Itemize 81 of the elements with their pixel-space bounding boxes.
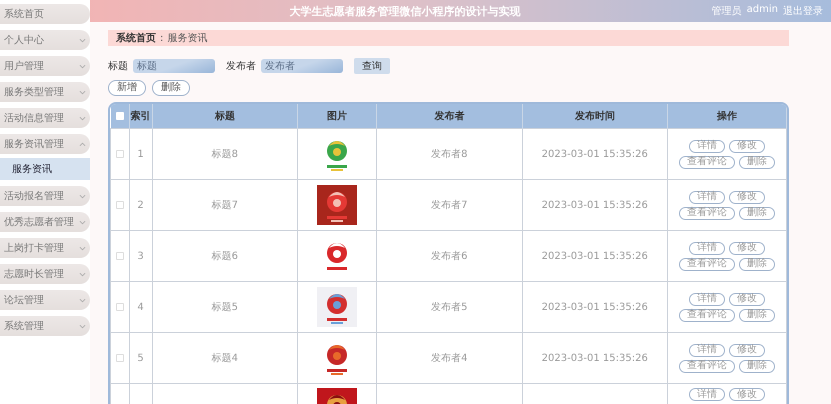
row-action-button[interactable]: 详情 — [689, 344, 725, 356]
row-action-button[interactable]: 查看评论 — [679, 360, 735, 372]
select-all-checkbox[interactable] — [116, 112, 124, 120]
row-action-button[interactable]: 详情 — [689, 190, 725, 204]
row-action-button[interactable]: 删除 — [739, 206, 775, 220]
column-header: 发布者 — [376, 104, 522, 128]
logout-link[interactable]: 退出登录 — [783, 4, 823, 18]
row-index: 2 — [137, 200, 144, 210]
row-action-button[interactable]: 详情 — [689, 292, 725, 306]
sidebar-item[interactable]: 上岗打卡管理 — [0, 238, 90, 258]
row-checkbox[interactable] — [116, 150, 124, 158]
column-header: 操作 — [668, 104, 786, 128]
sidebar-item[interactable]: 优秀志愿者管理 — [0, 212, 90, 232]
row-checkbox[interactable] — [116, 200, 124, 209]
row-checkbox[interactable] — [116, 252, 124, 260]
row-action-button[interactable]: 详情 — [689, 140, 725, 152]
column-header: 索引 — [129, 104, 152, 128]
title-text: 标题8 — [212, 149, 238, 160]
title-text: 标题5 — [212, 302, 238, 313]
search-field[interactable]: 发布者 — [261, 59, 343, 73]
row-checkbox[interactable] — [116, 354, 124, 362]
time-text: 2023-03-01 15:35:26 — [542, 200, 648, 210]
row-action-button[interactable]: 删除 — [739, 360, 775, 372]
row-action-button[interactable]: 详情 — [689, 242, 725, 254]
sidebar-item[interactable]: 系统管理 — [0, 316, 90, 336]
column-header: 图片 — [298, 104, 376, 128]
sidebar-item[interactable]: 活动信息管理 — [0, 108, 90, 128]
row-checkbox[interactable] — [116, 302, 124, 311]
search-field[interactable]: 标题 — [133, 59, 215, 73]
row-action-button[interactable]: 修改 — [729, 242, 765, 254]
publisher-text: 发布者7 — [431, 200, 468, 211]
publisher-text: 发布者6 — [431, 251, 468, 262]
row-index: 4 — [137, 302, 144, 312]
time-text: 2023-03-01 15:35:26 — [542, 302, 648, 312]
title-text: 标题4 — [212, 353, 238, 364]
breadcrumb-item: 服务资讯 — [167, 32, 208, 45]
sidebar-item[interactable]: 用户管理 — [0, 56, 90, 76]
time-text: 2023-03-01 15:35:26 — [542, 250, 648, 262]
publisher-text: 发布者4 — [431, 353, 468, 364]
row-index: 1 — [137, 148, 144, 160]
action-button[interactable]: 新增 — [108, 80, 146, 96]
row-action-button[interactable]: 修改 — [729, 140, 765, 152]
row-action-button[interactable]: 修改 — [729, 292, 765, 306]
column-header: 发布时间 — [522, 104, 668, 128]
column-header: 标题 — [152, 104, 298, 128]
row-action-button[interactable]: 查看评论 — [679, 206, 735, 220]
sidebar-item[interactable]: 志愿时长管理 — [0, 264, 90, 284]
action-button[interactable]: 删除 — [152, 80, 190, 96]
row-action-button[interactable]: 查看评论 — [679, 156, 735, 168]
row-action-button[interactable]: 修改 — [729, 190, 765, 204]
title-text: 标题7 — [212, 200, 238, 211]
row-action-button[interactable]: 删除 — [739, 156, 775, 168]
row-action-button[interactable]: 修改 — [729, 344, 765, 356]
row-action-button[interactable]: 删除 — [739, 258, 775, 270]
sidebar-item[interactable]: 活动报名管理 — [0, 186, 90, 206]
publisher-text: 发布者5 — [431, 302, 468, 313]
time-text: 2023-03-01 15:35:26 — [542, 148, 648, 160]
breadcrumb-separator: : — [160, 32, 164, 44]
field-label: 发布者 — [226, 60, 256, 73]
row-action-button[interactable]: 修改 — [729, 388, 765, 401]
sidebar-item[interactable]: 服务类型管理 — [0, 82, 90, 102]
row-action-button[interactable]: 查看评论 — [679, 258, 735, 270]
row-action-button[interactable]: 删除 — [739, 308, 775, 322]
sidebar-item[interactable]: 服务资讯管理 — [0, 134, 90, 154]
row-action-button[interactable]: 查看评论 — [679, 308, 735, 322]
sidebar-item[interactable]: 个人中心 — [0, 30, 90, 50]
search-button[interactable]: 查询 — [354, 58, 390, 74]
sidebar-subitem[interactable]: 服务资讯 — [0, 158, 90, 180]
title-text: 标题6 — [212, 251, 238, 262]
user-role: 管理员 — [712, 5, 742, 18]
breadcrumb-item[interactable]: 系统首页 — [116, 31, 156, 45]
time-text: 2023-03-01 15:35:26 — [542, 352, 648, 364]
row-index: 3 — [137, 250, 144, 262]
publisher-text: 发布者8 — [431, 149, 468, 160]
row-index: 5 — [137, 352, 144, 364]
user-name: admin — [746, 4, 778, 17]
sidebar-item[interactable]: 论坛管理 — [0, 290, 90, 310]
field-label: 标题 — [108, 60, 128, 73]
app-title: 大学生志愿者服务管理微信小程序的设计与实现 — [288, 4, 522, 18]
sidebar-item[interactable]: 系统首页 — [0, 4, 90, 24]
row-action-button[interactable]: 详情 — [689, 388, 725, 401]
